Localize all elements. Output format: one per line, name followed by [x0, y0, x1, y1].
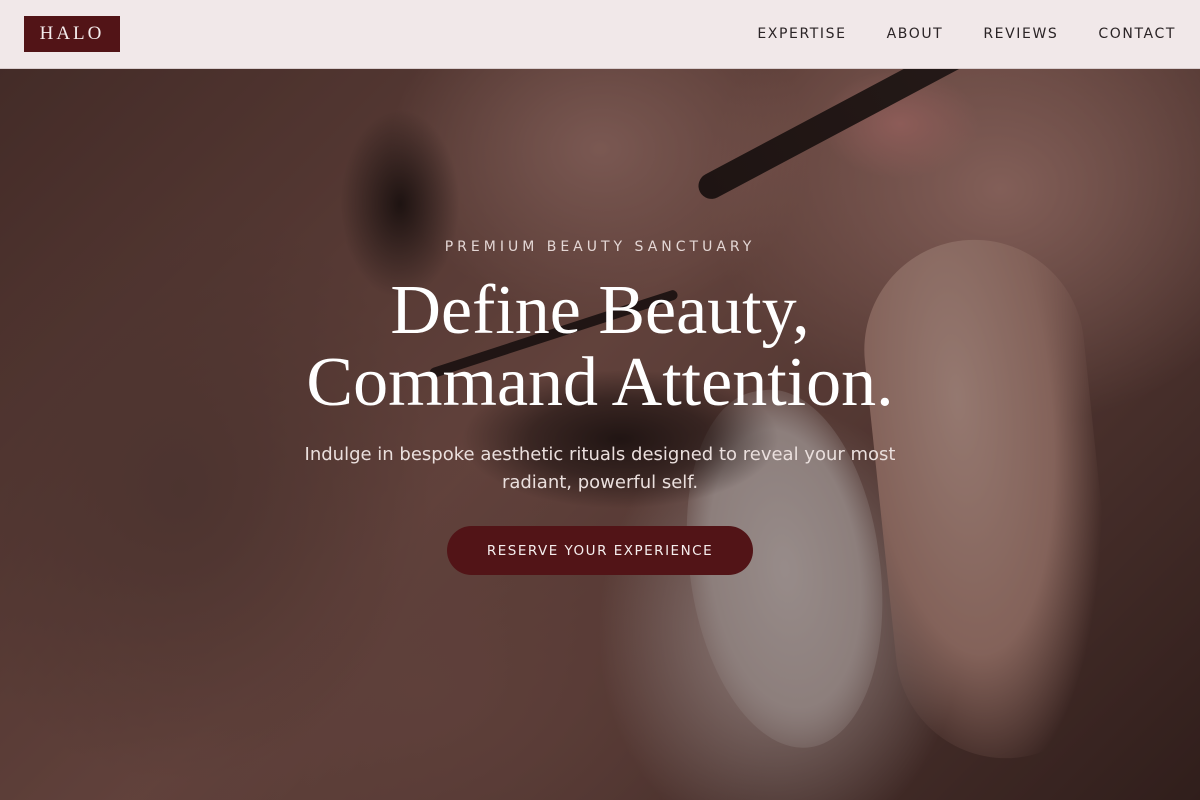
- headline-line-1: Define Beauty,: [390, 272, 810, 349]
- site-header: HALO EXPERTISE ABOUT REVIEWS CONTACT: [0, 0, 1200, 69]
- reserve-experience-button[interactable]: RESERVE YOUR EXPERIENCE: [447, 526, 753, 575]
- nav-link-expertise[interactable]: EXPERTISE: [757, 26, 846, 42]
- nav-link-contact[interactable]: CONTACT: [1098, 26, 1176, 42]
- hero-headline: Define Beauty, Command Attention.: [0, 275, 1200, 419]
- hero-eyebrow: PREMIUM BEAUTY SANCTUARY: [444, 239, 756, 255]
- main-nav: EXPERTISE ABOUT REVIEWS CONTACT: [757, 26, 1176, 42]
- brand-logo[interactable]: HALO: [24, 16, 120, 52]
- nav-link-reviews[interactable]: REVIEWS: [983, 26, 1058, 42]
- hero-content: PREMIUM BEAUTY SANCTUARY Define Beauty, …: [0, 69, 1200, 800]
- headline-line-2: Command Attention.: [306, 344, 894, 421]
- nav-link-about[interactable]: ABOUT: [887, 26, 944, 42]
- hero-subtext: Indulge in bespoke aesthetic rituals des…: [304, 444, 896, 493]
